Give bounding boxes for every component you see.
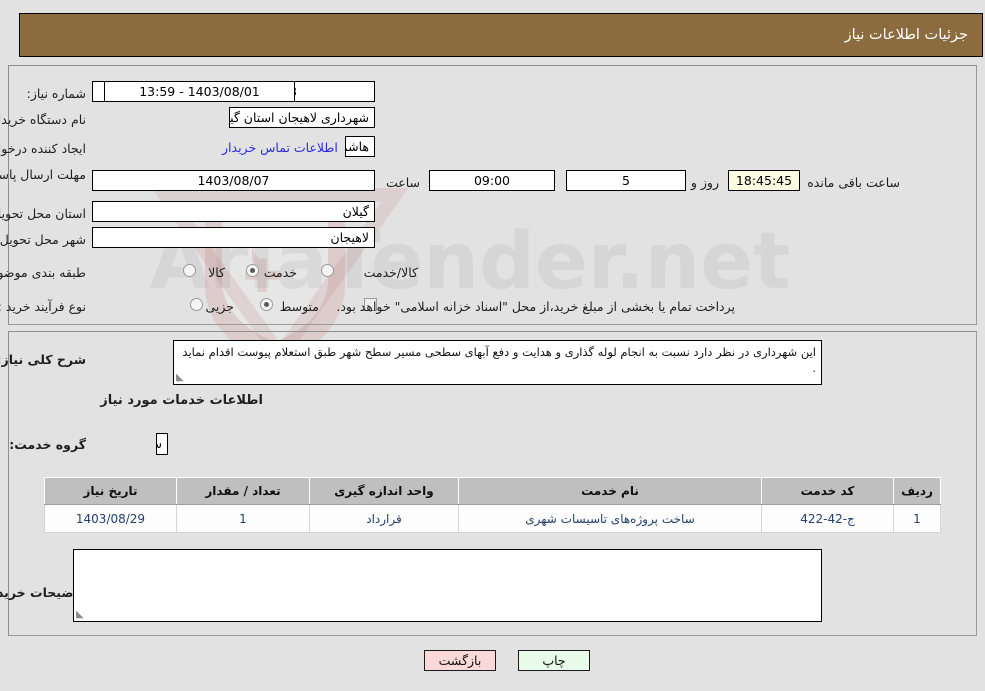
service-group-label: گروه خدمت: (9, 437, 86, 452)
delivery-city-value: لاهیجان (92, 227, 375, 248)
need-description-label: شرح کلی نیاز: (0, 352, 86, 367)
print-button[interactable]: چاپ (518, 650, 590, 671)
col-unit: واحد اندازه گیری (309, 477, 459, 505)
page-header: جزئیات اطلاعات نیاز (19, 13, 983, 57)
delivery-province-label: استان محل تحویل: (0, 206, 86, 221)
days-remaining-label: روز و (690, 175, 719, 190)
need-description-textarea[interactable]: این شهرداری در نظر دارد نسبت به انجام لو… (173, 340, 822, 385)
public-announce-value: 1403/08/01 - 13:59 (104, 81, 295, 102)
need-info-panel (8, 65, 977, 325)
need-number-label: شماره نیاز: (26, 86, 86, 101)
days-remaining-value: 5 (566, 170, 686, 191)
resize-grip-icon[interactable]: ◢ (76, 609, 86, 620)
radio-category-kala-khedmat-label: کالا/خدمت (363, 265, 418, 280)
cell-need-date: 1403/08/29 (44, 504, 177, 533)
radio-process-jozii-label: جزیی (205, 299, 234, 314)
purchase-process-label: نوع فرآیند خرید : (0, 299, 86, 314)
deadline-label: مهلت ارسال پاسخ: تا تاریخ: (0, 167, 86, 182)
radio-category-kala-khedmat[interactable] (321, 264, 334, 277)
delivery-province-value: گیلان (92, 201, 375, 222)
services-section-title: اطلاعات خدمات مورد نیاز (100, 393, 263, 408)
subject-category-label: طبقه بندی موضوعی: (0, 265, 86, 280)
buyer-org-value: شهرداری لاهیجان استان گیلان (229, 107, 375, 128)
cell-name: ساخت پروژه‌های تاسیسات شهری (458, 504, 762, 533)
services-table: ردیف کد خدمت نام خدمت واحد اندازه گیری ت… (44, 477, 941, 533)
delivery-city-label: شهر محل تحویل: (0, 232, 86, 247)
buyer-comments-textarea[interactable]: ◢ (73, 549, 822, 622)
cell-index: 1 (893, 504, 941, 533)
table-row: 1 ج-42-422 ساخت پروژه‌های تاسیسات شهری ق… (44, 504, 941, 533)
col-quantity: تعداد / مقدار (176, 477, 310, 505)
col-code: کد خدمت (761, 477, 894, 505)
page-title: جزئیات اطلاعات نیاز (844, 27, 968, 43)
cell-quantity: 1 (176, 504, 310, 533)
radio-category-khedmat[interactable] (246, 264, 259, 277)
buyer-contact-link[interactable]: اطلاعات تماس خریدار (222, 140, 338, 155)
radio-category-kala[interactable] (183, 264, 196, 277)
countdown-timer: 18:45:45 (728, 170, 800, 191)
radio-category-kala-label: کالا (208, 265, 225, 280)
radio-process-jozii[interactable] (190, 298, 203, 311)
col-index: ردیف (893, 477, 941, 505)
treasury-bonds-label: پرداخت تمام یا بخشی از مبلغ خرید،از محل … (336, 299, 735, 314)
deadline-hour-label: ساعت (385, 175, 420, 190)
radio-process-motavasset-label: متوسط (279, 299, 319, 314)
back-button[interactable]: بازگشت (424, 650, 496, 671)
deadline-hour-value: 09:00 (429, 170, 555, 191)
remaining-time-label: ساعت باقی مانده (807, 175, 900, 190)
radio-process-motavasset[interactable] (260, 298, 273, 311)
request-creator-value: هاشم شعبان زاده مسئول کاربردازی شهرداری … (345, 136, 375, 157)
request-creator-label: ایجاد کننده درخواست: (0, 141, 86, 156)
cell-code: ج-42-422 (761, 504, 894, 533)
resize-grip-icon[interactable]: ◢ (176, 372, 186, 383)
service-group-value: ساختمان (156, 433, 168, 455)
col-need-date: تاریخ نیاز (44, 477, 177, 505)
table-header-row: ردیف کد خدمت نام خدمت واحد اندازه گیری ت… (44, 477, 941, 505)
buyer-org-label: نام دستگاه خریدار: (0, 112, 86, 127)
deadline-date-value: 1403/08/07 (92, 170, 375, 191)
col-name: نام خدمت (458, 477, 762, 505)
cell-unit: قرارداد (309, 504, 459, 533)
need-description-value: این شهرداری در نظر دارد نسبت به انجام لو… (182, 345, 816, 375)
radio-category-khedmat-label: خدمت (263, 265, 297, 280)
